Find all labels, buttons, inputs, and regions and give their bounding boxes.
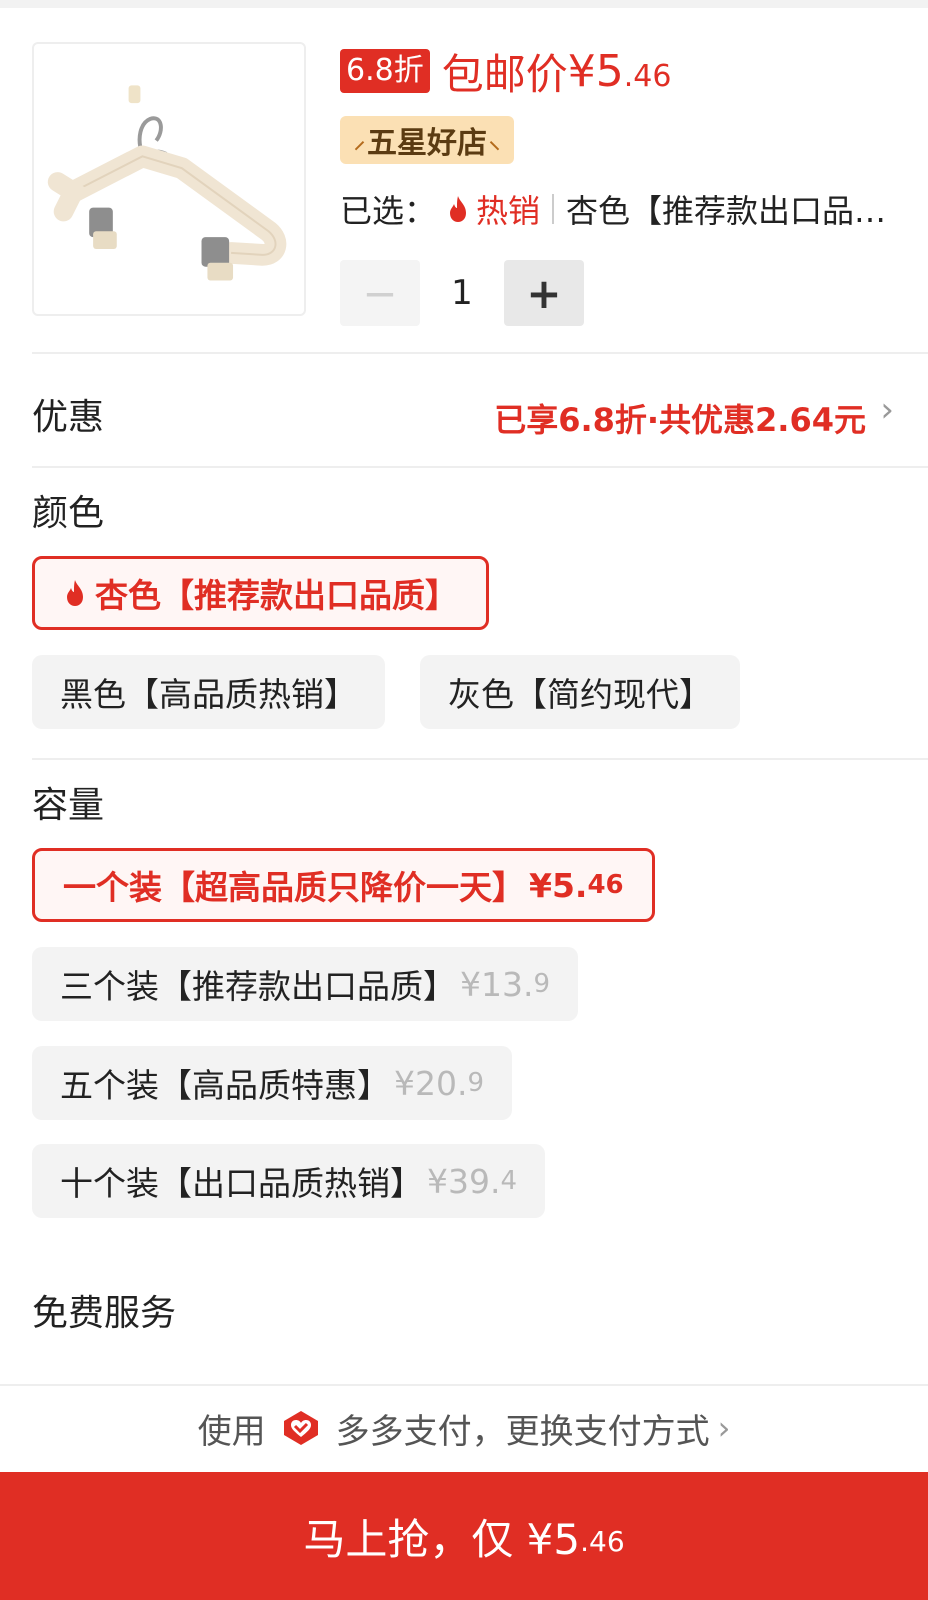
payment-prefix: 使用 [197,1411,266,1452]
payment-method-row[interactable]: 使用 多多支付，更换支付方式 › [0,1384,928,1470]
option-label: 灰色【简约现代】 [448,675,712,714]
decrease-button[interactable]: − [340,260,420,326]
price-integer: 5 [595,45,624,97]
laurel-left-icon: ⸝ [354,129,366,154]
buy-label-decimal: .46 [580,1524,625,1558]
divider [32,466,928,468]
quantity-value[interactable]: 1 [420,273,504,313]
option-price: ¥5. [529,865,588,905]
selected-summary: 已选： 热销 杏色【推荐款出口品… [340,184,900,234]
price-decimal: .46 [623,58,672,94]
capacity-option-1[interactable]: 一个装【超高品质只降价一天】 ¥5. 46 [32,848,655,922]
laurel-right-icon: ⸜ [489,129,501,154]
option-label: 黑色【高品质热销】 [60,675,357,714]
option-price-decimal: 4 [500,1166,518,1196]
hot-label: 热销 [476,192,541,230]
hanger-image [47,85,287,281]
capacity-option-5[interactable]: 五个装【高品质特惠】 ¥20. 9 [32,1046,513,1120]
price-row: 6.8折 包邮价 ¥ 5 .46 [340,45,672,99]
separator [552,194,555,224]
price-currency: ¥ [567,45,596,97]
option-price-decimal: 9 [467,1068,485,1098]
discount-title: 优惠 [32,397,105,438]
option-label: 十个装【出口品质热销】 [60,1164,423,1203]
selected-value: 杏色【推荐款出口品… [566,192,887,230]
chevron-right-icon: › [717,1409,731,1447]
top-strip [0,0,928,8]
fire-icon [450,196,467,222]
option-price: ¥20. [394,1063,468,1103]
increase-button[interactable]: + [504,260,584,326]
price-label: 包邮价 [441,49,568,99]
option-label: 三个装【推荐款出口品质】 [60,967,456,1006]
divider [32,352,928,354]
shop-badge: ⸝ 五星好店 ⸜ [340,116,515,164]
buy-label: 马上抢，仅 ¥5 [303,1514,581,1564]
capacity-option-10[interactable]: 十个装【出口品质热销】 ¥39. 4 [32,1144,546,1218]
option-price: ¥39. [427,1161,501,1201]
product-thumbnail[interactable] [32,42,306,316]
option-label: 五个装【高品质特惠】 [60,1066,390,1105]
color-option-black[interactable]: 黑色【高品质热销】 [32,655,385,729]
buy-now-button[interactable]: 马上抢，仅 ¥5.46 [0,1472,928,1600]
option-label: 杏色【推荐款出口品质】 [95,576,458,615]
quantity-stepper: − 1 + [340,260,584,326]
option-price-decimal: 46 [587,870,624,900]
chevron-right-icon[interactable]: › [880,390,894,430]
payment-text: 多多支付，更换支付方式 [335,1411,710,1452]
capacity-title: 容量 [32,785,105,826]
discount-text[interactable]: 已享6.8折·共优惠2.64元 [494,395,866,441]
capacity-option-3[interactable]: 三个装【推荐款出口品质】 ¥13. 9 [32,947,579,1021]
selected-label: 已选： [340,192,437,230]
divider [32,758,928,760]
option-label: 一个装【超高品质只降价一天】 [63,868,525,907]
color-title: 颜色 [32,493,105,534]
option-price-decimal: 9 [533,969,551,999]
heart-pay-icon [283,1411,318,1445]
color-option-apricot[interactable]: 杏色【推荐款出口品质】 [32,556,489,630]
fire-icon [67,580,83,606]
discount-tag: 6.8折 [340,49,430,93]
services-title: 免费服务 [32,1293,177,1334]
option-price: ¥13. [460,964,534,1004]
shop-badge-text: 五星好店 [367,126,488,161]
color-option-gray[interactable]: 灰色【简约现代】 [420,655,740,729]
